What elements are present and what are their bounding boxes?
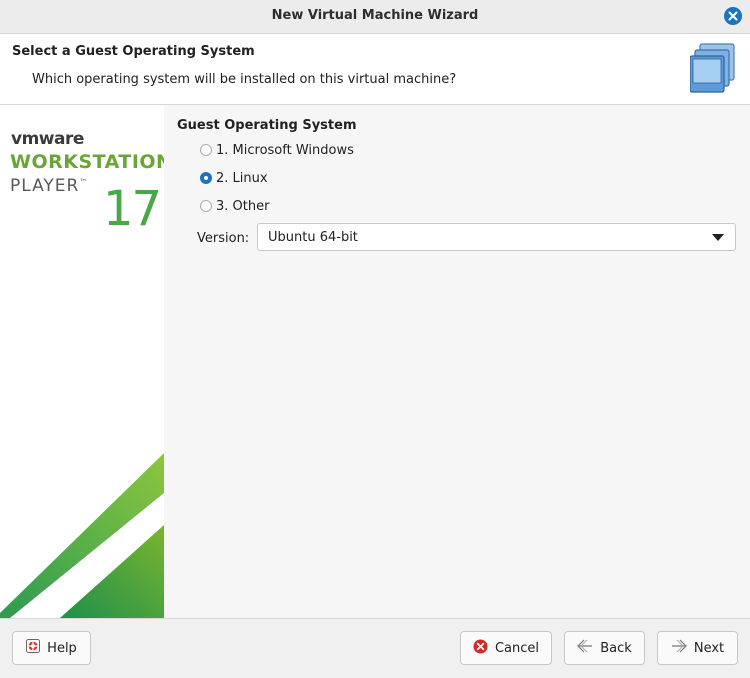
wizard-footer: Help Cancel Back Next (0, 618, 750, 678)
main-content: Guest Operating System 1. Microsoft Wind… (164, 105, 750, 618)
product-name-workstation: WORKSTATION (10, 151, 164, 173)
guest-os-group-label: Guest Operating System (177, 118, 357, 133)
radio-label: 1. Microsoft Windows (216, 142, 354, 158)
radio-button[interactable] (200, 172, 212, 184)
version-label: Version: (197, 231, 250, 246)
decorative-triangles (0, 453, 164, 618)
title-bar: New Virtual Machine Wizard (0, 0, 750, 34)
version-selected-value: Ubuntu 64-bit (268, 230, 358, 245)
vmware-logo: vmware (11, 129, 84, 149)
branding-sidebar: vmware WORKSTATION PLAYER™ 17 (0, 105, 164, 618)
trademark-mark: ™ (79, 177, 89, 187)
radio-option-other[interactable]: 3. Other (200, 196, 269, 216)
help-button[interactable]: Help (12, 631, 91, 665)
radio-label: 2. Linux (216, 170, 268, 186)
page-title: Select a Guest Operating System (12, 44, 255, 59)
help-label: Help (47, 640, 77, 656)
radio-label: 3. Other (216, 198, 270, 214)
wizard-header: Select a Guest Operating System Which op… (0, 34, 750, 105)
vm-stack-icon (689, 42, 738, 98)
page-subtitle: Which operating system will be installed… (32, 72, 457, 87)
next-label: Next (693, 640, 725, 656)
version-number: 17 (103, 181, 162, 237)
radio-option-windows[interactable]: 1. Microsoft Windows (200, 140, 354, 160)
next-arrow-icon (671, 639, 687, 657)
radio-button[interactable] (200, 144, 212, 156)
back-arrow-icon (577, 639, 593, 657)
chevron-down-icon (712, 234, 724, 241)
back-button[interactable]: Back (564, 631, 645, 665)
version-dropdown[interactable]: Ubuntu 64-bit (257, 223, 736, 251)
product-name-player: PLAYER™ (10, 176, 88, 196)
close-icon (728, 11, 738, 21)
radio-option-linux[interactable]: 2. Linux (200, 168, 268, 188)
back-label: Back (600, 640, 632, 656)
next-button[interactable]: Next (657, 631, 738, 665)
player-label: PLAYER (10, 176, 80, 196)
cancel-button[interactable]: Cancel (460, 631, 552, 665)
help-icon (26, 639, 41, 657)
cancel-label: Cancel (494, 640, 540, 656)
window-title: New Virtual Machine Wizard (271, 8, 479, 23)
cancel-icon (473, 639, 488, 658)
close-button[interactable] (724, 7, 742, 25)
radio-button[interactable] (200, 200, 212, 212)
